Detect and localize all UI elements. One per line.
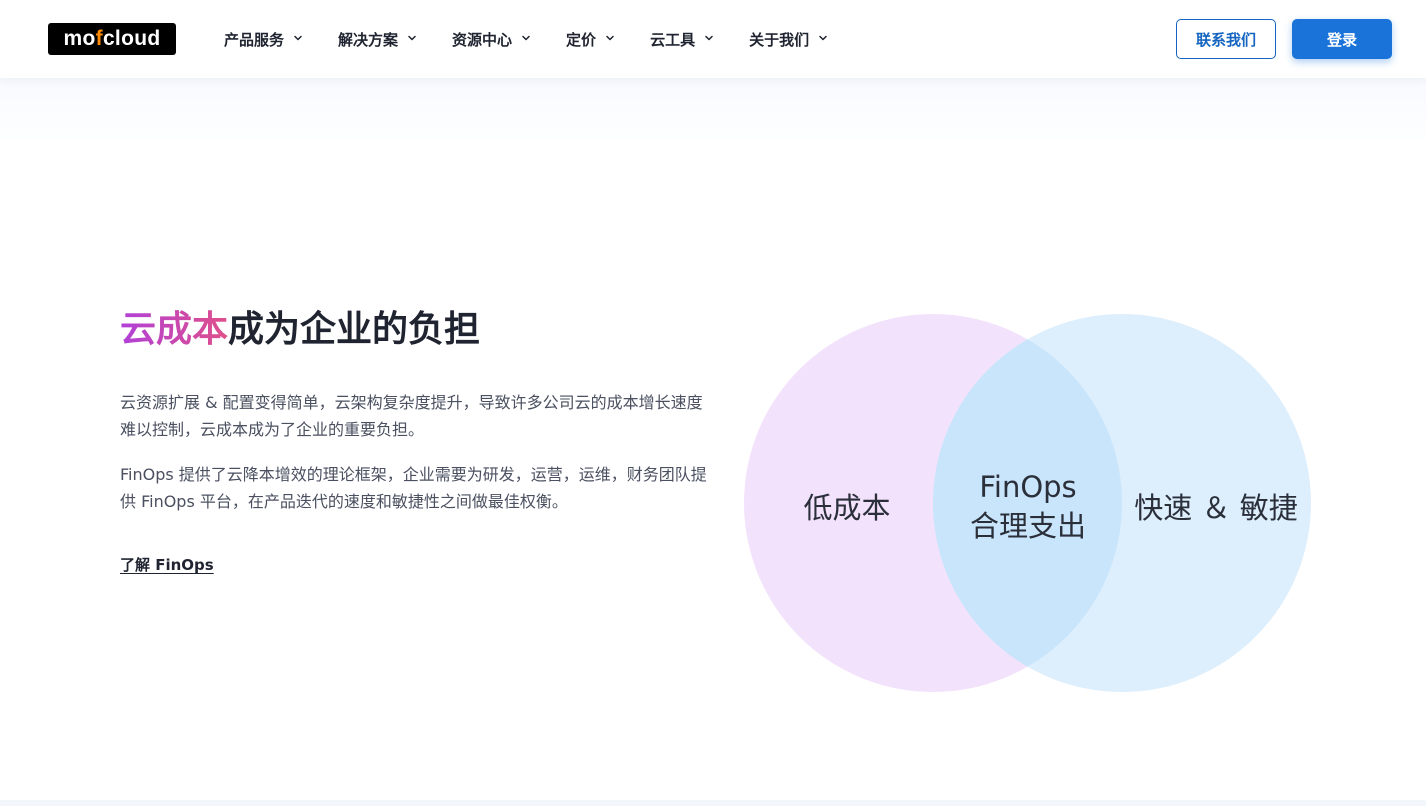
description-paragraph-1: 云资源扩展 & 配置变得简单，云架构复杂度提升，导致许多公司云的成本增长速度难以…: [120, 393, 703, 439]
nav-item-resources[interactable]: 资源中心: [452, 27, 530, 51]
nav-item-label: 解决方案: [338, 30, 399, 49]
chevron-down-icon: [705, 35, 713, 41]
chevron-down-icon: [522, 35, 530, 41]
learn-finops-link[interactable]: 了解 FinOps: [120, 554, 214, 575]
contact-us-button[interactable]: 联系我们: [1176, 19, 1276, 59]
nav-item-label: 产品服务: [224, 30, 285, 49]
logo-text-prefix: mo: [63, 27, 96, 50]
section-top-band: [0, 78, 1426, 140]
nav-item-about-us[interactable]: 关于我们: [749, 27, 827, 51]
nav-item-pricing[interactable]: 定价: [566, 27, 614, 51]
chevron-down-icon: [819, 35, 827, 41]
nav-item-label: 定价: [566, 30, 597, 49]
nav-item-products[interactable]: 产品服务: [224, 27, 302, 51]
nav-item-label: 资源中心: [452, 30, 513, 49]
nav-item-label: 云工具: [650, 30, 696, 49]
nav-item-cloud-tools[interactable]: 云工具: [650, 27, 713, 51]
section-bottom-band: [0, 800, 1426, 806]
chevron-down-icon: [606, 35, 614, 41]
venn-label-low-cost: 低成本: [803, 491, 890, 525]
chevron-down-icon: [294, 35, 302, 41]
top-navbar: mo f cloud 产品服务 解决方案 资源中心 定价 云工具 关于我们 联系我们…: [0, 0, 1426, 78]
nav-item-label: 关于我们: [749, 30, 810, 49]
nav-item-solutions[interactable]: 解决方案: [338, 27, 416, 51]
description-paragraph-2: FinOps 提供了云降本增效的理论框架，企业需要为研发，运营，运维，财务团队提…: [120, 465, 707, 511]
logo-text-suffix: cloud: [102, 27, 161, 50]
venn-label-reasonable-spend: 合理支出: [970, 509, 1086, 543]
heading-highlight: 云成本: [120, 309, 229, 350]
venn-label-fast-agile: 快速 ＆ 敏捷: [1134, 491, 1297, 525]
chevron-down-icon: [408, 35, 416, 41]
heading-rest: 成为企业的负担: [228, 309, 481, 350]
login-button[interactable]: 登录: [1292, 19, 1392, 59]
mofcloud-logo[interactable]: mo f cloud: [48, 23, 176, 55]
finops-venn-diagram: 低成本 FinOps 合理支出 快速 ＆ 敏捷: [744, 314, 1311, 692]
section-heading: 云成本成为企业的负担: [120, 306, 480, 354]
main-nav-menu: 产品服务 解决方案 资源中心 定价 云工具 关于我们: [224, 27, 827, 51]
logo-text-accent: f: [95, 27, 103, 50]
venn-label-finops: FinOps: [979, 470, 1076, 504]
